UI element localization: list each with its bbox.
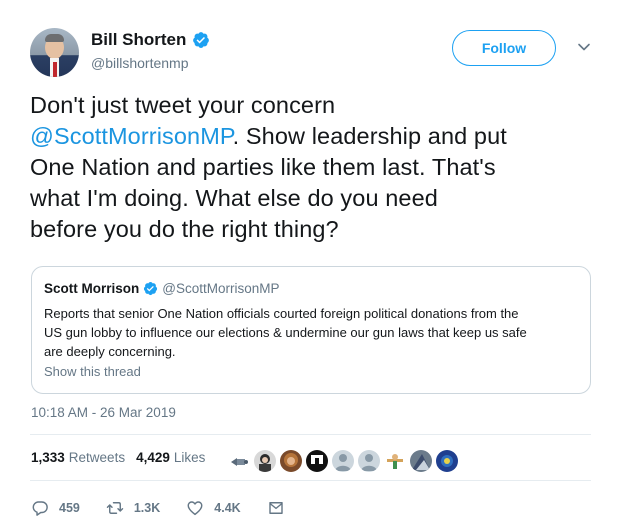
tweet-text-line: what I'm doing. What else do you need [30,185,438,211]
like-button[interactable]: 4.4K [186,499,241,517]
engagement-stats: 1,333 Retweets 4,429 Likes [31,450,216,465]
liker-avatar[interactable] [410,450,432,472]
author-name[interactable]: Bill Shorten [91,30,186,50]
liker-avatar[interactable] [254,450,276,472]
author-handle[interactable]: @billshortenmp [91,55,188,71]
verified-badge-icon [144,281,158,296]
liker-avatar[interactable] [436,450,458,472]
verified-badge-icon [193,32,210,48]
envelope-icon [268,502,283,514]
quoted-author-name: Scott Morrison [44,281,140,296]
liker-avatar[interactable] [306,450,328,472]
liker-avatar[interactable] [280,450,302,472]
author-avatar[interactable] [30,28,79,77]
liker-avatar[interactable] [384,450,406,472]
retweet-button[interactable]: 1.3K [106,499,160,517]
direct-message-button[interactable] [267,499,285,517]
like-count: 4.4K [214,501,241,515]
divider [30,434,591,435]
retweets-label: Retweets [68,450,126,465]
quoted-tweet-header: Scott Morrison @ScottMorrisonMP [44,281,280,296]
tweet-text-segment: . Show leadership and put [232,123,507,149]
tweet-text: Don't just tweet your concern @ScottMorr… [30,90,600,245]
reply-icon [32,501,48,516]
tweet-actions: 459 1.3K 4.4K [31,499,311,517]
liker-avatar[interactable] [358,450,380,472]
tweet-text-line: Don't just tweet your concern [30,92,336,118]
heart-icon [187,501,203,516]
likes-stat[interactable]: 4,429 Likes [136,450,205,465]
liker-avatar[interactable] [332,450,354,472]
quoted-tweet-text: Reports that senior One Nation officials… [44,304,584,361]
likes-label: Likes [173,450,206,465]
retweets-count: 1,333 [31,450,65,465]
retweet-icon [106,502,124,514]
retweet-count: 1.3K [133,501,161,515]
tweet-text-line: One Nation and parties like them last. T… [30,154,496,180]
divider [30,480,591,481]
likes-count: 4,429 [136,450,170,465]
tweet-text-line: before you do the right thing? [30,216,339,242]
retweets-stat[interactable]: 1,333 Retweets [31,450,125,465]
liker-avatar[interactable] [228,450,250,472]
author-name-row: Bill Shorten [91,30,210,50]
quoted-text-line: US gun lobby to influence our elections … [44,325,527,340]
tweet-card: Bill Shorten @billshortenmp Follow Don't… [0,0,621,527]
follow-button[interactable]: Follow [452,30,556,66]
tweet-timestamp[interactable]: 10:18 AM - 26 Mar 2019 [31,405,176,420]
chevron-down-icon[interactable] [577,40,591,54]
liker-avatars [228,450,462,472]
tweet-text-line: @ScottMorrisonMP. Show leadership and pu… [30,121,600,152]
mention-link[interactable]: @ScottMorrisonMP [30,123,233,149]
reply-button[interactable]: 459 [31,499,80,517]
quoted-tweet[interactable]: Scott Morrison @ScottMorrisonMP Reports … [31,266,591,394]
quoted-author-handle: @ScottMorrisonMP [162,281,280,296]
reply-count: 459 [59,501,80,515]
quoted-text-line: Reports that senior One Nation officials… [44,306,519,321]
show-thread-link[interactable]: Show this thread [44,364,141,379]
quoted-text-line: are deeply concerning. [44,344,176,359]
